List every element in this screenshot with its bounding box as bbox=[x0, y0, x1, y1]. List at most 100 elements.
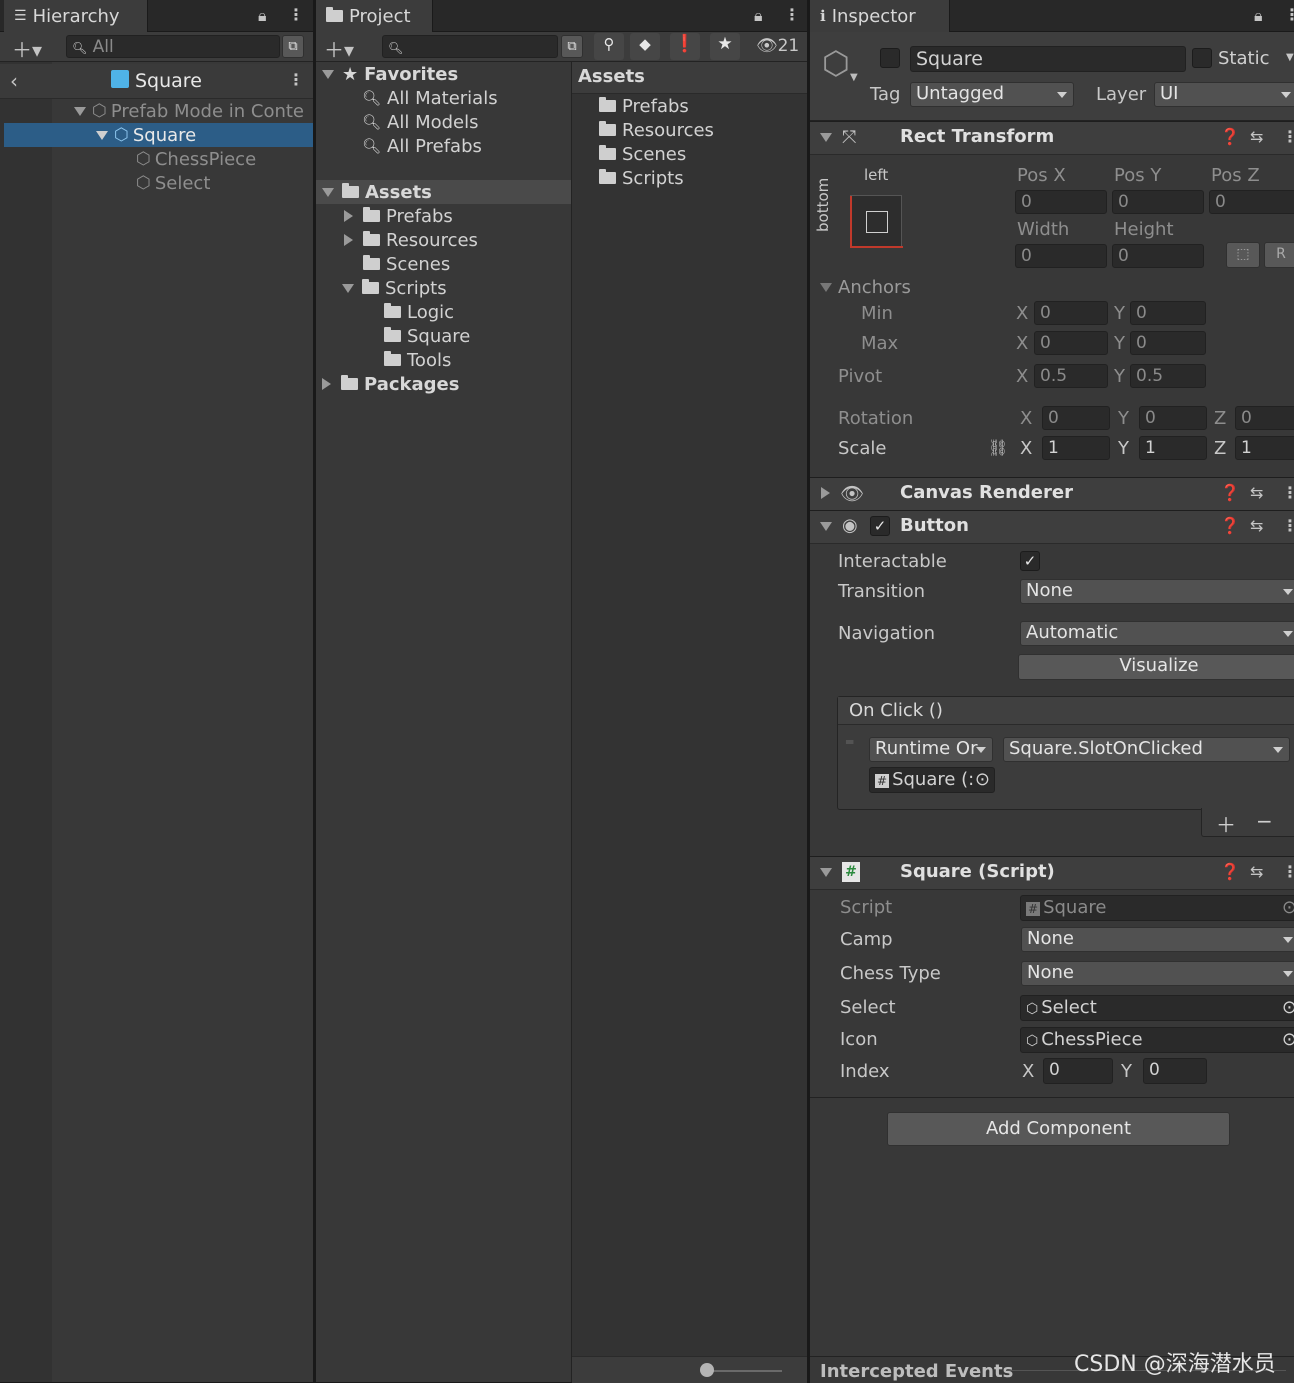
component-menu-icon[interactable]: ⋮ bbox=[1282, 862, 1294, 881]
tree-folder-prefabs[interactable]: Prefabs bbox=[344, 204, 453, 228]
help-icon[interactable]: ❓ bbox=[1220, 516, 1240, 535]
add-component-button[interactable]: Add Component bbox=[887, 1112, 1230, 1146]
icon-dropdown-arrow-icon[interactable]: ▼ bbox=[850, 72, 858, 83]
file-item[interactable]: Scenes bbox=[599, 142, 686, 166]
anchor-min-x-input[interactable]: 0 bbox=[1034, 301, 1108, 325]
fold-arrow-icon[interactable] bbox=[820, 133, 832, 142]
pivot-x-input[interactable]: 0.5 bbox=[1034, 364, 1108, 388]
static-dropdown-arrow-icon[interactable]: ▼ bbox=[1286, 52, 1294, 63]
fold-arrow-icon[interactable] bbox=[820, 282, 832, 292]
fold-arrow-icon[interactable] bbox=[820, 522, 832, 531]
tag-dropdown[interactable]: Untagged bbox=[910, 82, 1074, 107]
tree-folder-logic[interactable]: Logic bbox=[384, 300, 454, 324]
layer-dropdown[interactable]: UI bbox=[1154, 82, 1294, 107]
button-component-header[interactable]: ◉ ✓ Button ❓ ⇆ ⋮ bbox=[810, 510, 1294, 544]
collapse-arrow-icon[interactable] bbox=[344, 210, 353, 222]
rect-transform-header[interactable]: ⤧ Rect Transform ❓ ⇆ ⋮ bbox=[810, 121, 1294, 155]
active-checkbox[interactable] bbox=[880, 48, 900, 68]
anchor-max-x-input[interactable]: 0 bbox=[1034, 331, 1108, 355]
posy-input[interactable]: 0 bbox=[1112, 190, 1204, 214]
create-dropdown-icon[interactable]: ＋▾ bbox=[324, 34, 354, 63]
transition-dropdown[interactable]: None bbox=[1020, 579, 1294, 604]
object-name-input[interactable]: Square bbox=[910, 46, 1186, 72]
runtime-mode-dropdown[interactable]: Runtime Or bbox=[869, 737, 993, 762]
square-script-header[interactable]: # Square (Script) ❓ ⇆ ⋮ bbox=[810, 856, 1294, 890]
fold-arrow-icon[interactable] bbox=[820, 868, 832, 877]
presets-icon[interactable]: ⇆ bbox=[1250, 483, 1263, 502]
icon-object-field[interactable]: ⬡ChessPiece ⊙ bbox=[1020, 1027, 1294, 1053]
collapse-arrow-icon[interactable] bbox=[344, 234, 353, 246]
file-item[interactable]: Resources bbox=[599, 118, 714, 142]
search-scope-button[interactable]: ⧉ bbox=[561, 35, 583, 58]
hierarchy-item-select[interactable]: ⬡ Select bbox=[136, 171, 210, 195]
hierarchy-item-square[interactable]: ⬡ Square bbox=[96, 123, 196, 147]
component-menu-icon[interactable]: ⋮ bbox=[1282, 127, 1294, 146]
hidden-packages-toggle[interactable]: 👁︎21 bbox=[756, 36, 799, 56]
expand-arrow-icon[interactable] bbox=[74, 106, 86, 116]
navigation-dropdown[interactable]: Automatic bbox=[1020, 621, 1294, 646]
collapse-arrow-icon[interactable] bbox=[322, 378, 331, 390]
expand-arrow-icon[interactable] bbox=[322, 69, 334, 79]
add-dropdown-icon[interactable]: ＋▾ bbox=[12, 34, 42, 63]
rotation-y-input[interactable]: 0 bbox=[1139, 406, 1207, 430]
filter-errors-button[interactable]: ❗ bbox=[670, 33, 700, 60]
select-object-field[interactable]: ⬡Select ⊙ bbox=[1020, 995, 1294, 1021]
breadcrumb-assets[interactable]: Assets bbox=[578, 66, 645, 87]
anchor-max-y-input[interactable]: 0 bbox=[1130, 331, 1206, 355]
filter-by-type-button[interactable]: ⚲ bbox=[594, 33, 624, 60]
hierarchy-item-prefab-root[interactable]: ⬡ Prefab Mode in Conte bbox=[74, 99, 313, 123]
tree-folder-scripts[interactable]: Scripts bbox=[342, 276, 447, 300]
fold-arrow-icon[interactable] bbox=[821, 487, 830, 499]
more-options-icon[interactable]: ⋮ bbox=[288, 5, 304, 24]
tab-inspector[interactable]: ℹ Inspector bbox=[810, 0, 950, 32]
blueprint-mode-button[interactable]: ⬚ bbox=[1226, 242, 1260, 268]
scale-z-input[interactable]: 1 bbox=[1235, 436, 1294, 460]
event-target-field[interactable]: # Square (: ⊙ bbox=[869, 767, 995, 793]
prefab-options-icon[interactable]: ⋮ bbox=[288, 70, 304, 89]
rotation-x-input[interactable]: 0 bbox=[1042, 406, 1110, 430]
lock-icon[interactable]: 🔒︎ bbox=[258, 6, 267, 26]
anchor-presets-button[interactable] bbox=[850, 195, 903, 248]
pivot-y-input[interactable]: 0.5 bbox=[1130, 364, 1206, 388]
gameobject-cube-icon[interactable]: ⬡ bbox=[822, 44, 850, 82]
expand-arrow-icon[interactable] bbox=[322, 187, 334, 197]
anchors-foldout[interactable]: Anchors bbox=[820, 275, 911, 299]
presets-icon[interactable]: ⇆ bbox=[1250, 127, 1263, 146]
index-x-input[interactable]: 0 bbox=[1043, 1058, 1113, 1084]
function-dropdown[interactable]: Square.SlotOnClicked bbox=[1003, 737, 1290, 762]
tree-folder-scenes[interactable]: Scenes bbox=[363, 252, 450, 276]
project-search-input[interactable]: 🔍︎ bbox=[382, 35, 558, 58]
hierarchy-item-chesspiece[interactable]: ⬡ ChessPiece bbox=[136, 147, 256, 171]
tab-project[interactable]: Project bbox=[316, 0, 433, 32]
raw-edit-button[interactable]: R bbox=[1264, 242, 1294, 268]
help-icon[interactable]: ❓ bbox=[1220, 127, 1240, 146]
scene-view-search-button[interactable]: ⧉ bbox=[282, 35, 304, 58]
button-enabled-checkbox[interactable]: ✓ bbox=[870, 516, 890, 536]
file-item[interactable]: Prefabs bbox=[599, 94, 689, 118]
favorites-header[interactable]: ★ Favorites bbox=[322, 62, 458, 86]
packages-header[interactable]: Packages bbox=[322, 372, 459, 396]
presets-icon[interactable]: ⇆ bbox=[1250, 862, 1263, 881]
help-icon[interactable]: ❓ bbox=[1220, 483, 1240, 502]
more-options-icon[interactable]: ⋮ bbox=[784, 5, 800, 24]
presets-icon[interactable]: ⇆ bbox=[1250, 516, 1263, 535]
component-menu-icon[interactable]: ⋮ bbox=[1282, 483, 1294, 502]
assets-header[interactable]: Assets bbox=[322, 180, 432, 204]
object-picker-icon[interactable]: ⊙ bbox=[975, 768, 990, 792]
posz-input[interactable]: 0 bbox=[1209, 190, 1294, 214]
lock-icon[interactable]: 🔒︎ bbox=[754, 6, 763, 26]
expand-arrow-icon[interactable] bbox=[96, 130, 108, 140]
filter-by-label-button[interactable]: ◆ bbox=[630, 33, 660, 60]
scale-y-input[interactable]: 1 bbox=[1139, 436, 1207, 460]
more-options-icon[interactable]: ⋮ bbox=[1284, 5, 1294, 24]
tab-hierarchy[interactable]: ☰ Hierarchy bbox=[4, 0, 148, 32]
favorites-item[interactable]: 🔍︎ All Materials bbox=[362, 86, 498, 110]
zoom-slider-track[interactable] bbox=[702, 1370, 782, 1372]
interactable-checkbox[interactable]: ✓ bbox=[1020, 551, 1040, 571]
static-checkbox[interactable] bbox=[1192, 48, 1212, 68]
height-input[interactable]: 0 bbox=[1112, 244, 1204, 268]
back-arrow-icon[interactable]: ‹ bbox=[10, 69, 18, 93]
favorites-item[interactable]: 🔍︎ All Prefabs bbox=[362, 134, 482, 158]
remove-listener-icon[interactable]: − bbox=[1256, 809, 1273, 833]
anchor-min-y-input[interactable]: 0 bbox=[1130, 301, 1206, 325]
